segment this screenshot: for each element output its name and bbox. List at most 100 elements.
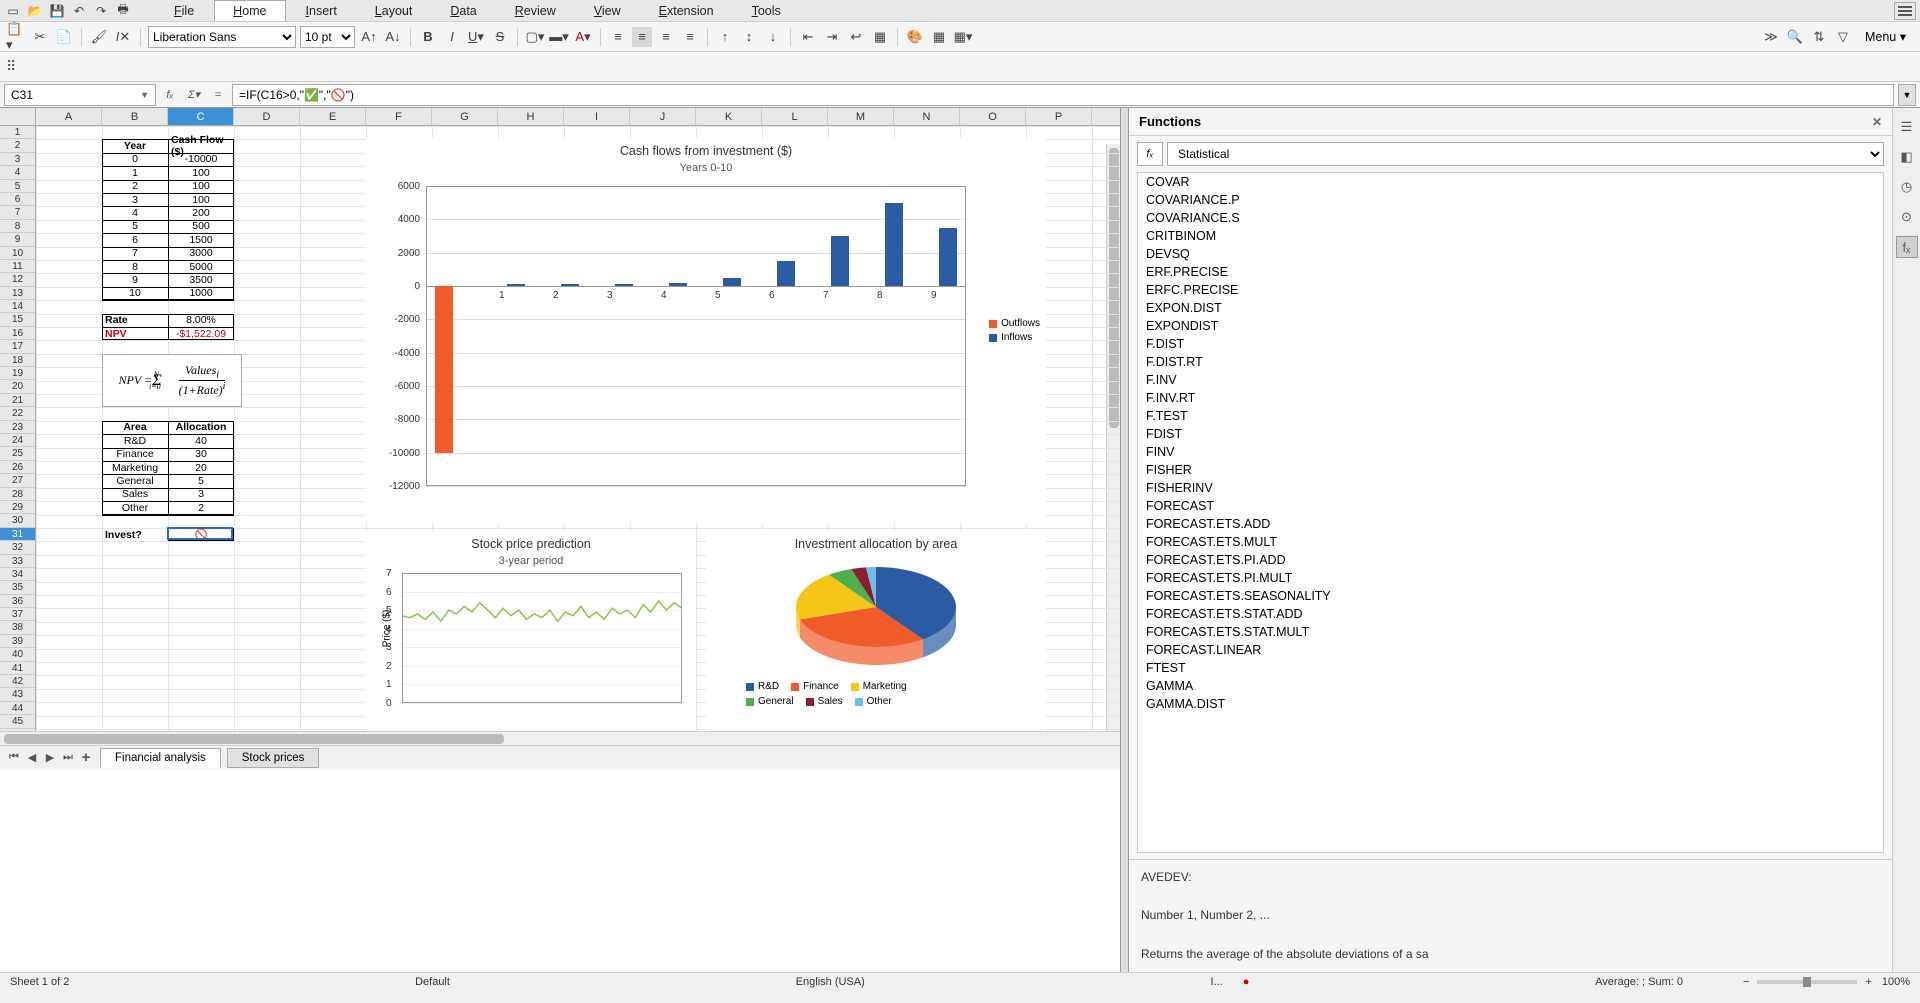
sigma-icon[interactable]: Σ▾ [184, 85, 204, 105]
function-item[interactable]: DEVSQ [1138, 245, 1883, 263]
select-all-corner[interactable] [0, 108, 36, 125]
function-item[interactable]: F.INV.RT [1138, 389, 1883, 407]
slots-icon[interactable]: ⠿ [6, 58, 16, 75]
tab-last-icon[interactable]: ⏭ [60, 750, 76, 766]
cells-grid[interactable]: YearCash Flow ($)0-100001100210031004200… [36, 126, 1120, 731]
function-list[interactable]: COVARCOVARIANCE.PCOVARIANCE.SCRITBINOMDE… [1137, 172, 1884, 853]
row-header[interactable]: 9 [0, 233, 35, 246]
col-header[interactable]: D [234, 108, 300, 125]
function-item[interactable]: ERFC.PRECISE [1138, 281, 1883, 299]
bold-icon[interactable]: B [418, 27, 438, 47]
col-header[interactable]: M [828, 108, 894, 125]
row-header[interactable]: 25 [0, 447, 35, 460]
function-item[interactable]: COVARIANCE.S [1138, 209, 1883, 227]
strike-icon[interactable]: S [490, 27, 510, 47]
row-header[interactable]: 34 [0, 568, 35, 581]
new-icon[interactable]: ▭ [4, 2, 22, 20]
row-header[interactable]: 24 [0, 434, 35, 447]
align-left-icon[interactable]: ≡ [608, 27, 628, 47]
function-item[interactable]: EXPONDIST [1138, 317, 1883, 335]
function-item[interactable]: FORECAST.ETS.STAT.MULT [1138, 623, 1883, 641]
hamburger-button[interactable] [1894, 2, 1916, 20]
function-item[interactable]: F.DIST [1138, 335, 1883, 353]
menu-insert[interactable]: Insert [288, 1, 355, 21]
row-header[interactable]: 12 [0, 273, 35, 286]
close-icon[interactable]: ✕ [1872, 115, 1882, 129]
valign-mid-icon[interactable]: ↕ [739, 27, 759, 47]
col-header[interactable]: H [498, 108, 564, 125]
sidebar-resize-handle[interactable] [1121, 108, 1129, 972]
filter-icon[interactable]: ▽ [1833, 27, 1853, 47]
cell[interactable]: Invest? [102, 528, 168, 541]
fx-icon[interactable]: fₓ [160, 85, 180, 105]
clone-format-icon[interactable]: 🖌 [89, 27, 109, 47]
col-header[interactable]: B [102, 108, 168, 125]
row-header[interactable]: 26 [0, 461, 35, 474]
formula-expand-icon[interactable]: ▼ [1898, 84, 1916, 106]
align-right-icon[interactable]: ≡ [656, 27, 676, 47]
row-header[interactable]: 35 [0, 581, 35, 594]
sheet-tab[interactable]: Stock prices [227, 748, 320, 768]
menu-dropdown[interactable]: Menu ▾ [1857, 29, 1914, 44]
line-chart[interactable]: Stock price prediction 3-year period 012… [366, 531, 696, 731]
col-header[interactable]: O [960, 108, 1026, 125]
zoom-in-icon[interactable]: + [1865, 976, 1871, 988]
function-item[interactable]: FTEST [1138, 659, 1883, 677]
navigator-icon[interactable]: ⊙ [1896, 206, 1918, 228]
menu-tools[interactable]: Tools [734, 1, 799, 21]
function-item[interactable]: GAMMA [1138, 677, 1883, 695]
fontcolor-icon[interactable]: A▾ [573, 27, 593, 47]
status-zoom[interactable]: 100% [1882, 976, 1910, 988]
more-icon[interactable]: ≫ [1761, 27, 1781, 47]
gallery-icon[interactable]: ◷ [1896, 176, 1918, 198]
function-item[interactable]: FISHERINV [1138, 479, 1883, 497]
insert-mode-icon[interactable]: I... [1211, 976, 1223, 988]
shrink-font-icon[interactable]: A↓ [383, 27, 403, 47]
col-header[interactable]: N [894, 108, 960, 125]
row-header[interactable]: 42 [0, 675, 35, 688]
indent-dec-icon[interactable]: ⇤ [798, 27, 818, 47]
function-item[interactable]: FORECAST.ETS.PI.MULT [1138, 569, 1883, 587]
row-header[interactable]: 21 [0, 394, 35, 407]
function-item[interactable]: FORECAST.ETS.PI.ADD [1138, 551, 1883, 569]
row-header[interactable]: 29 [0, 501, 35, 514]
row-header[interactable]: 16 [0, 327, 35, 340]
spreadsheet[interactable]: A B C D E F G H I J K L M N O P 12345678… [0, 108, 1120, 972]
properties-icon[interactable]: ☰ [1896, 116, 1918, 138]
function-item[interactable]: FDIST [1138, 425, 1883, 443]
formula-input[interactable]: =IF(C16>0,"✅","🚫") [232, 84, 1894, 106]
row-header[interactable]: 17 [0, 340, 35, 353]
row-header[interactable]: 7 [0, 206, 35, 219]
menu-view[interactable]: View [576, 1, 639, 21]
cell-reference-box[interactable]: C31 ▼ [4, 84, 156, 106]
col-header[interactable]: J [630, 108, 696, 125]
row-header[interactable]: 41 [0, 662, 35, 675]
cut-icon[interactable]: ✂ [30, 27, 50, 47]
row-header[interactable]: 14 [0, 300, 35, 313]
function-item[interactable]: F.INV [1138, 371, 1883, 389]
row-header[interactable]: 2 [0, 139, 35, 152]
category-select[interactable]: Statistical [1167, 142, 1884, 166]
functions-panel-icon[interactable]: fₓ [1896, 236, 1918, 258]
tab-prev-icon[interactable]: ◀ [24, 750, 40, 766]
fx-button[interactable]: fₓ [1137, 142, 1163, 166]
row-header[interactable]: 13 [0, 287, 35, 300]
sort-icon[interactable]: ⇅ [1809, 27, 1829, 47]
function-item[interactable]: GAMMA.DIST [1138, 695, 1883, 713]
function-item[interactable]: FINV [1138, 443, 1883, 461]
copy-icon[interactable]: 📄 [54, 27, 74, 47]
row-header[interactable]: 6 [0, 193, 35, 206]
zoom-out-icon[interactable]: − [1743, 976, 1749, 988]
undo-icon[interactable]: ↶ [70, 2, 88, 20]
row-header[interactable]: 27 [0, 474, 35, 487]
clear-format-icon[interactable]: I✕ [113, 27, 133, 47]
col-header[interactable]: F [366, 108, 432, 125]
col-header[interactable]: P [1026, 108, 1092, 125]
function-item[interactable]: F.TEST [1138, 407, 1883, 425]
open-icon[interactable]: 📂 [26, 2, 44, 20]
col-header[interactable]: A [36, 108, 102, 125]
function-item[interactable]: F.DIST.RT [1138, 353, 1883, 371]
paste-icon[interactable]: 📋▾ [6, 27, 26, 47]
font-size-select[interactable]: 10 pt [300, 26, 355, 48]
bar-chart[interactable]: Cash flows from investment ($) Years 0-1… [366, 138, 1046, 523]
